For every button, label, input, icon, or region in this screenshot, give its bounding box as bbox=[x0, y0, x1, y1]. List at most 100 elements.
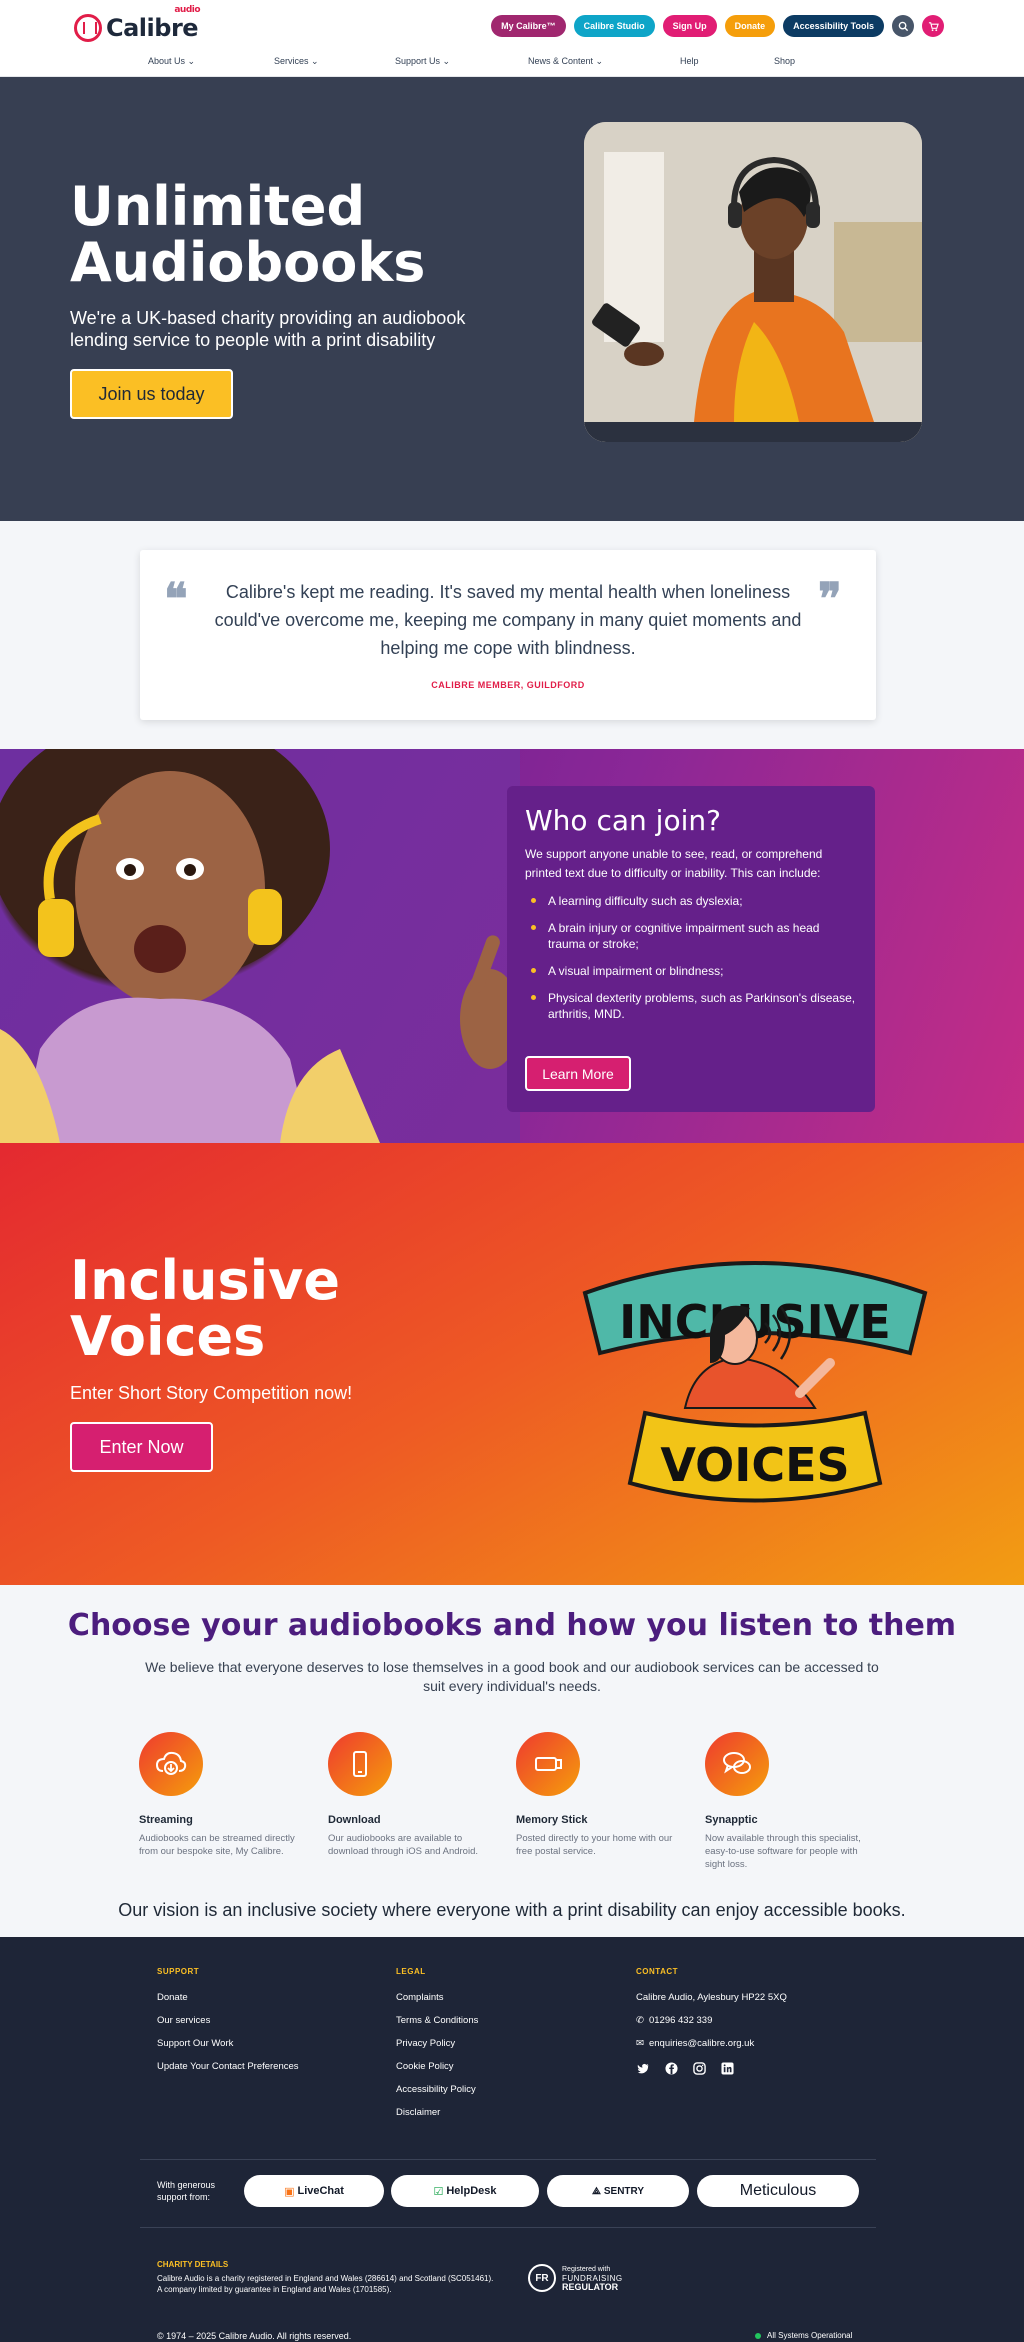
footer-divider bbox=[140, 2227, 876, 2228]
logo-text: Calibre bbox=[106, 14, 199, 42]
service-desc: Audiobooks can be streamed directly from… bbox=[139, 1833, 295, 1857]
footer-link[interactable]: Donate bbox=[157, 1986, 299, 2009]
calibre-studio-button[interactable]: Calibre Studio bbox=[573, 15, 655, 37]
choose-subtitle: We believe that everyone deserves to los… bbox=[145, 1659, 879, 1694]
sponsor-helpdesk[interactable]: ☑ HelpDesk bbox=[391, 2175, 539, 2207]
footer-link[interactable]: Privacy Policy bbox=[396, 2032, 478, 2055]
service-download[interactable]: Download Our audiobooks are available to… bbox=[328, 1732, 498, 1858]
service-name: Synapptic bbox=[705, 1814, 758, 1826]
service-name: Download bbox=[328, 1814, 381, 1826]
choose-section: Choose your audiobooks and how you liste… bbox=[0, 1585, 1024, 1937]
artwork-bottom-text: VOICES bbox=[660, 1438, 849, 1492]
choose-title: Choose your audiobooks and how you liste… bbox=[67, 1608, 957, 1643]
charity-details-text: Calibre Audio is a charity registered in… bbox=[157, 2274, 494, 2294]
cloud-download-icon bbox=[139, 1732, 203, 1796]
logo-sub: audio bbox=[174, 5, 201, 15]
site-footer: SUPPORT Donate Our services Support Our … bbox=[0, 1937, 1024, 2342]
nav-news-content[interactable]: News & Content ⌄ bbox=[528, 56, 603, 67]
inclusive-voices-subtitle: Enter Short Story Competition now! bbox=[70, 1383, 353, 1403]
facebook-icon[interactable] bbox=[664, 2061, 678, 2075]
footer-link[interactable]: Support Our Work bbox=[157, 2032, 299, 2055]
vision-statement: Our vision is an inclusive society where… bbox=[118, 1900, 906, 1920]
join-us-button[interactable]: Join us today bbox=[70, 369, 233, 419]
livechat-icon: ▣ bbox=[284, 2185, 295, 2198]
testimonial-attribution: CALIBRE MEMBER, GUILDFORD bbox=[431, 680, 585, 690]
who-can-join-section: Who can join? We support anyone unable t… bbox=[0, 749, 1024, 1143]
footer-phone[interactable]: ✆ 01296 432 339 bbox=[636, 2009, 787, 2032]
hero-title: Unlimited Audiobooks bbox=[70, 175, 426, 294]
footer-link[interactable]: Our services bbox=[157, 2009, 299, 2032]
social-links bbox=[636, 2061, 787, 2075]
hero-photo bbox=[584, 122, 922, 442]
calibre-logo[interactable]: Calibre audio bbox=[74, 5, 201, 44]
system-status[interactable]: All Systems Operational bbox=[755, 2331, 852, 2340]
service-name: Memory Stick bbox=[516, 1814, 588, 1826]
nav-about-us[interactable]: About Us ⌄ bbox=[148, 56, 195, 67]
instagram-icon[interactable] bbox=[692, 2061, 706, 2075]
nav-support-us[interactable]: Support Us ⌄ bbox=[395, 56, 450, 67]
linkedin-icon[interactable] bbox=[720, 2061, 734, 2075]
footer-link[interactable]: Cookie Policy bbox=[396, 2055, 478, 2078]
learn-more-button[interactable]: Learn More bbox=[525, 1056, 631, 1091]
footer-legal-column: LEGAL Complaints Terms & Conditions Priv… bbox=[396, 1967, 478, 2124]
footer-heading: CONTACT bbox=[636, 1967, 679, 1976]
main-nav: About Us ⌄ Services ⌄ Support Us ⌄ News … bbox=[0, 52, 1024, 72]
my-calibre-button[interactable]: My Calibre™ bbox=[491, 15, 566, 37]
testimonial-section: ❝ Calibre's kept me reading. It's saved … bbox=[0, 521, 1024, 749]
service-desc: Posted directly to your home with our fr… bbox=[516, 1833, 673, 1857]
accessibility-tools-button[interactable]: Accessibility Tools bbox=[783, 15, 884, 37]
hero-subtitle: We're a UK-based charity providing an au… bbox=[70, 308, 466, 350]
list-item: A brain injury or cognitive impairment s… bbox=[525, 920, 857, 952]
twitter-icon[interactable] bbox=[636, 2061, 650, 2075]
nav-services[interactable]: Services ⌄ bbox=[274, 56, 319, 67]
copyright: © 1974 – 2025 Calibre Audio. All rights … bbox=[157, 2331, 352, 2341]
fundraising-regulator-icon: FR bbox=[528, 2264, 556, 2292]
list-item: A visual impairment or blindness; bbox=[525, 963, 857, 979]
service-memory-stick[interactable]: Memory Stick Posted directly to your hom… bbox=[516, 1732, 686, 1858]
inclusive-voices-section: Inclusive Voices Enter Short Story Compe… bbox=[0, 1143, 1024, 1585]
chat-bubbles-icon bbox=[705, 1732, 769, 1796]
footer-link[interactable]: Terms & Conditions bbox=[396, 2009, 478, 2032]
helpdesk-icon: ☑ bbox=[433, 2185, 444, 2198]
service-desc: Now available through this specialist, e… bbox=[705, 1833, 861, 1870]
join-intro: We support anyone unable to see, read, o… bbox=[525, 847, 823, 880]
sponsor-label: With generous support from: bbox=[157, 2180, 216, 2202]
search-icon[interactable] bbox=[892, 15, 914, 37]
footer-heading: SUPPORT bbox=[157, 1967, 200, 1976]
service-streaming[interactable]: Streaming Audiobooks can be streamed dir… bbox=[139, 1732, 309, 1858]
sign-up-button[interactable]: Sign Up bbox=[662, 15, 717, 37]
footer-link[interactable]: Disclaimer bbox=[396, 2101, 478, 2124]
join-list: A learning difficulty such as dyslexia; … bbox=[525, 893, 857, 1022]
fundraising-regulator-badge[interactable]: FR Registered with FUNDRAISING REGULATOR bbox=[528, 2264, 623, 2292]
open-quote-icon: ❝ bbox=[164, 574, 188, 625]
inclusive-voices-artwork: INCLUSIVE VOICES bbox=[582, 1261, 928, 1503]
sentry-icon: ⟁ bbox=[591, 2185, 601, 2197]
inclusive-voices-title: Inclusive Voices bbox=[70, 1249, 340, 1368]
cart-icon[interactable] bbox=[922, 15, 944, 37]
footer-link[interactable]: Complaints bbox=[396, 1986, 478, 2009]
nav-help[interactable]: Help bbox=[680, 56, 699, 66]
mail-icon: ✉ bbox=[636, 2038, 644, 2049]
sponsor-sentry[interactable]: ⟁ SENTRY bbox=[547, 2175, 689, 2207]
sponsor-livechat[interactable]: ▣ LiveChat bbox=[244, 2175, 384, 2207]
testimonial-card: ❝ Calibre's kept me reading. It's saved … bbox=[140, 550, 876, 720]
status-dot-icon bbox=[755, 2332, 761, 2339]
close-quote-icon: ❞ bbox=[818, 574, 842, 625]
testimonial-quote: Calibre's kept me reading. It's saved my… bbox=[214, 582, 802, 658]
sponsor-meticulous[interactable]: Meticulous bbox=[697, 2175, 859, 2207]
list-item: Physical dexterity problems, such as Par… bbox=[525, 990, 857, 1022]
donate-button[interactable]: Donate bbox=[724, 15, 776, 37]
join-photo bbox=[0, 749, 520, 1143]
footer-email[interactable]: ✉ enquiries@calibre.org.uk bbox=[636, 2032, 787, 2055]
nav-shop[interactable]: Shop bbox=[774, 56, 795, 66]
service-synapptic[interactable]: Synapptic Now available through this spe… bbox=[705, 1732, 875, 1871]
logo-mark-icon bbox=[74, 14, 102, 42]
charity-details-heading: CHARITY DETAILS bbox=[157, 2260, 229, 2269]
service-desc: Our audiobooks are available to download… bbox=[328, 1833, 478, 1857]
enter-now-button[interactable]: Enter Now bbox=[70, 1422, 213, 1472]
footer-link[interactable]: Update Your Contact Preferences bbox=[157, 2055, 299, 2078]
footer-link[interactable]: Accessibility Policy bbox=[396, 2078, 478, 2101]
hero-section: Unlimited Audiobooks We're a UK-based ch… bbox=[0, 77, 1024, 521]
top-links: My Calibre™ Calibre Studio Sign Up Donat… bbox=[491, 15, 944, 37]
who-can-join-box: Who can join? We support anyone unable t… bbox=[507, 786, 875, 1112]
